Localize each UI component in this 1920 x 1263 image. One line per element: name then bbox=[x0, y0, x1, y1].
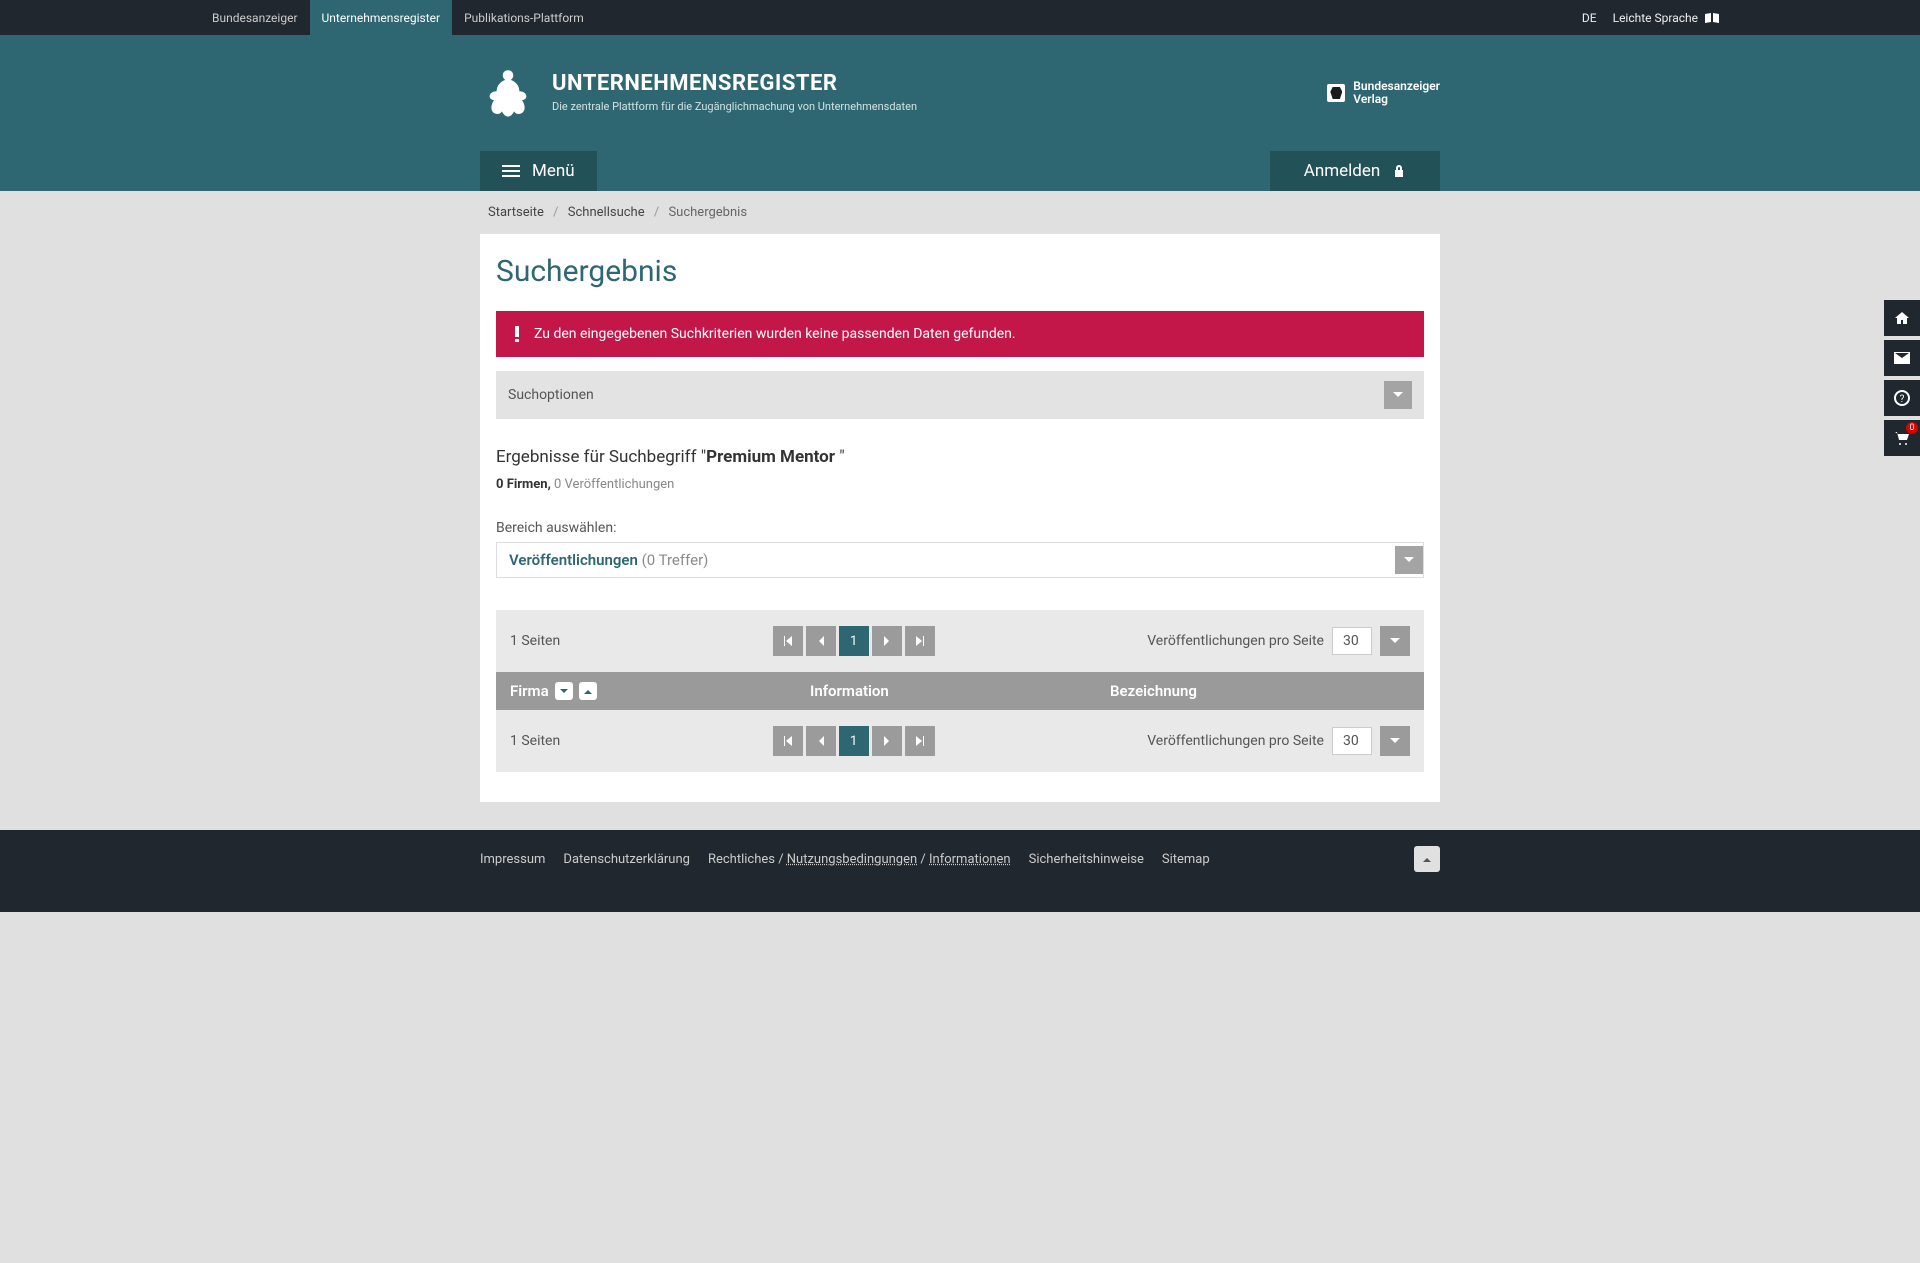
hamburger-icon bbox=[502, 165, 520, 177]
per-page-label: Veröffentlichungen pro Seite bbox=[1147, 633, 1324, 649]
scroll-top-button[interactable] bbox=[1414, 846, 1440, 872]
menu-button[interactable]: Menü bbox=[480, 151, 597, 191]
sort-down-button[interactable] bbox=[555, 682, 573, 700]
next-page-button[interactable] bbox=[872, 726, 902, 756]
cart-badge: 0 bbox=[1906, 422, 1918, 434]
envelope-icon bbox=[1894, 352, 1910, 364]
chevron-right-icon bbox=[883, 736, 891, 746]
menu-label: Menü bbox=[532, 161, 575, 181]
last-page-button[interactable] bbox=[905, 626, 935, 656]
col-firma: Firma bbox=[510, 682, 549, 700]
chevron-down-icon bbox=[1389, 737, 1401, 745]
col-information: Information bbox=[810, 682, 889, 700]
sort-up-button[interactable] bbox=[579, 682, 597, 700]
topbar-tabs: Bundesanzeiger Unternehmensregister Publ… bbox=[200, 0, 596, 35]
book-icon bbox=[1704, 12, 1720, 24]
cart-icon bbox=[1894, 431, 1910, 445]
eagle-icon bbox=[480, 65, 536, 121]
topbar-tab-unternehmensregister[interactable]: Unternehmensregister bbox=[310, 0, 453, 35]
chevron-up-icon bbox=[1422, 856, 1432, 863]
footer-nutzung[interactable]: Nutzungsbedingungen bbox=[787, 852, 917, 867]
breadcrumb-current: Suchergebnis bbox=[668, 205, 747, 220]
lock-icon bbox=[1392, 164, 1406, 178]
language-switch[interactable]: DE bbox=[1582, 11, 1597, 25]
topbar-tab-bundesanzeiger[interactable]: Bundesanzeiger bbox=[200, 0, 310, 35]
results-counts: 0 Firmen, 0 Veröffentlichungen bbox=[496, 477, 1424, 492]
page-title: Suchergebnis bbox=[496, 254, 1424, 289]
chevron-right-icon bbox=[883, 636, 891, 646]
search-options-label: Suchoptionen bbox=[508, 387, 594, 403]
footer-rechtliches: Rechtliches / Nutzungsbedingungen / Info… bbox=[708, 852, 1011, 867]
chevron-down-icon bbox=[1395, 546, 1423, 574]
footer-informationen[interactable]: Informationen bbox=[929, 852, 1011, 867]
first-page-button[interactable] bbox=[773, 726, 803, 756]
chevron-up-icon bbox=[583, 688, 593, 695]
per-page-top: Veröffentlichungen pro Seite 30 bbox=[1147, 626, 1410, 656]
alert-text: Zu den eingegebenen Suchkriterien wurden… bbox=[534, 326, 1016, 342]
step-forward-icon bbox=[915, 736, 925, 746]
search-options-toggle[interactable]: Suchoptionen bbox=[496, 371, 1424, 419]
sticky-cart-button[interactable]: 0 bbox=[1884, 420, 1920, 456]
step-backward-icon bbox=[783, 636, 793, 646]
publisher-text: Bundesanzeiger Verlag bbox=[1353, 80, 1440, 106]
pager-top: 1 bbox=[773, 626, 935, 656]
per-page-dropdown[interactable] bbox=[1380, 626, 1410, 656]
chevron-down-icon bbox=[1389, 637, 1401, 645]
prev-page-button[interactable] bbox=[806, 726, 836, 756]
pager-bottom: 1 bbox=[773, 726, 935, 756]
per-page-dropdown[interactable] bbox=[1380, 726, 1410, 756]
publisher-logo[interactable]: Bundesanzeiger Verlag bbox=[1327, 80, 1440, 106]
last-page-button[interactable] bbox=[905, 726, 935, 756]
per-page-bottom: Veröffentlichungen pro Seite 30 bbox=[1147, 726, 1410, 756]
accessible-label: Leichte Sprache bbox=[1613, 11, 1698, 25]
home-icon bbox=[1894, 310, 1910, 326]
chevron-down-icon bbox=[1384, 381, 1412, 409]
breadcrumb: Startseite / Schnellsuche / Suchergebnis bbox=[480, 191, 1440, 234]
brand: UNTERNEHMENSREGISTER Die zentrale Plattf… bbox=[480, 65, 917, 121]
results-table-header: Firma Information Bezeichnung bbox=[496, 672, 1424, 710]
site-subtitle: Die zentrale Plattform für die Zugänglic… bbox=[552, 100, 917, 114]
chevron-left-icon bbox=[817, 736, 825, 746]
next-page-button[interactable] bbox=[872, 626, 902, 656]
step-backward-icon bbox=[783, 736, 793, 746]
question-icon: ? bbox=[1894, 390, 1910, 406]
step-forward-icon bbox=[915, 636, 925, 646]
sticky-icons: ? 0 bbox=[1884, 300, 1920, 456]
sticky-home-button[interactable] bbox=[1884, 300, 1920, 336]
per-page-value: 30 bbox=[1332, 727, 1372, 755]
login-label: Anmelden bbox=[1304, 161, 1381, 181]
chevron-down-icon bbox=[559, 688, 569, 695]
area-label: Bereich auswählen: bbox=[496, 520, 1424, 536]
exclamation-icon bbox=[514, 325, 520, 343]
breadcrumb-search[interactable]: Schnellsuche bbox=[568, 205, 645, 220]
breadcrumb-home[interactable]: Startseite bbox=[488, 205, 544, 220]
area-select[interactable]: Veröffentlichungen (0 Treffer) bbox=[496, 542, 1424, 578]
footer-sitemap[interactable]: Sitemap bbox=[1162, 852, 1210, 867]
publisher-icon bbox=[1327, 84, 1345, 102]
alert-no-results: Zu den eingegebenen Suchkriterien wurden… bbox=[496, 311, 1424, 357]
prev-page-button[interactable] bbox=[806, 626, 836, 656]
login-button[interactable]: Anmelden bbox=[1270, 151, 1440, 191]
chevron-left-icon bbox=[817, 636, 825, 646]
col-bezeichnung: Bezeichnung bbox=[1110, 682, 1197, 700]
footer-impressum[interactable]: Impressum bbox=[480, 852, 545, 867]
per-page-value: 30 bbox=[1332, 627, 1372, 655]
results-heading: Ergebnisse für Suchbegriff "Premium Ment… bbox=[496, 447, 1424, 467]
page-count-bottom: 1 Seiten bbox=[510, 733, 560, 749]
footer-sicherheit[interactable]: Sicherheitshinweise bbox=[1029, 852, 1144, 867]
page-1-button[interactable]: 1 bbox=[839, 726, 869, 756]
footer-datenschutz[interactable]: Datenschutzerklärung bbox=[563, 852, 690, 867]
svg-text:?: ? bbox=[1900, 394, 1905, 405]
sticky-mail-button[interactable] bbox=[1884, 340, 1920, 376]
site-title: UNTERNEHMENSREGISTER bbox=[552, 71, 917, 96]
sticky-help-button[interactable]: ? bbox=[1884, 380, 1920, 416]
first-page-button[interactable] bbox=[773, 626, 803, 656]
topbar-tab-publikations[interactable]: Publikations-Plattform bbox=[452, 0, 596, 35]
page-1-button[interactable]: 1 bbox=[839, 626, 869, 656]
page-count-top: 1 Seiten bbox=[510, 633, 560, 649]
per-page-label: Veröffentlichungen pro Seite bbox=[1147, 733, 1324, 749]
accessible-link[interactable]: Leichte Sprache bbox=[1613, 11, 1720, 25]
